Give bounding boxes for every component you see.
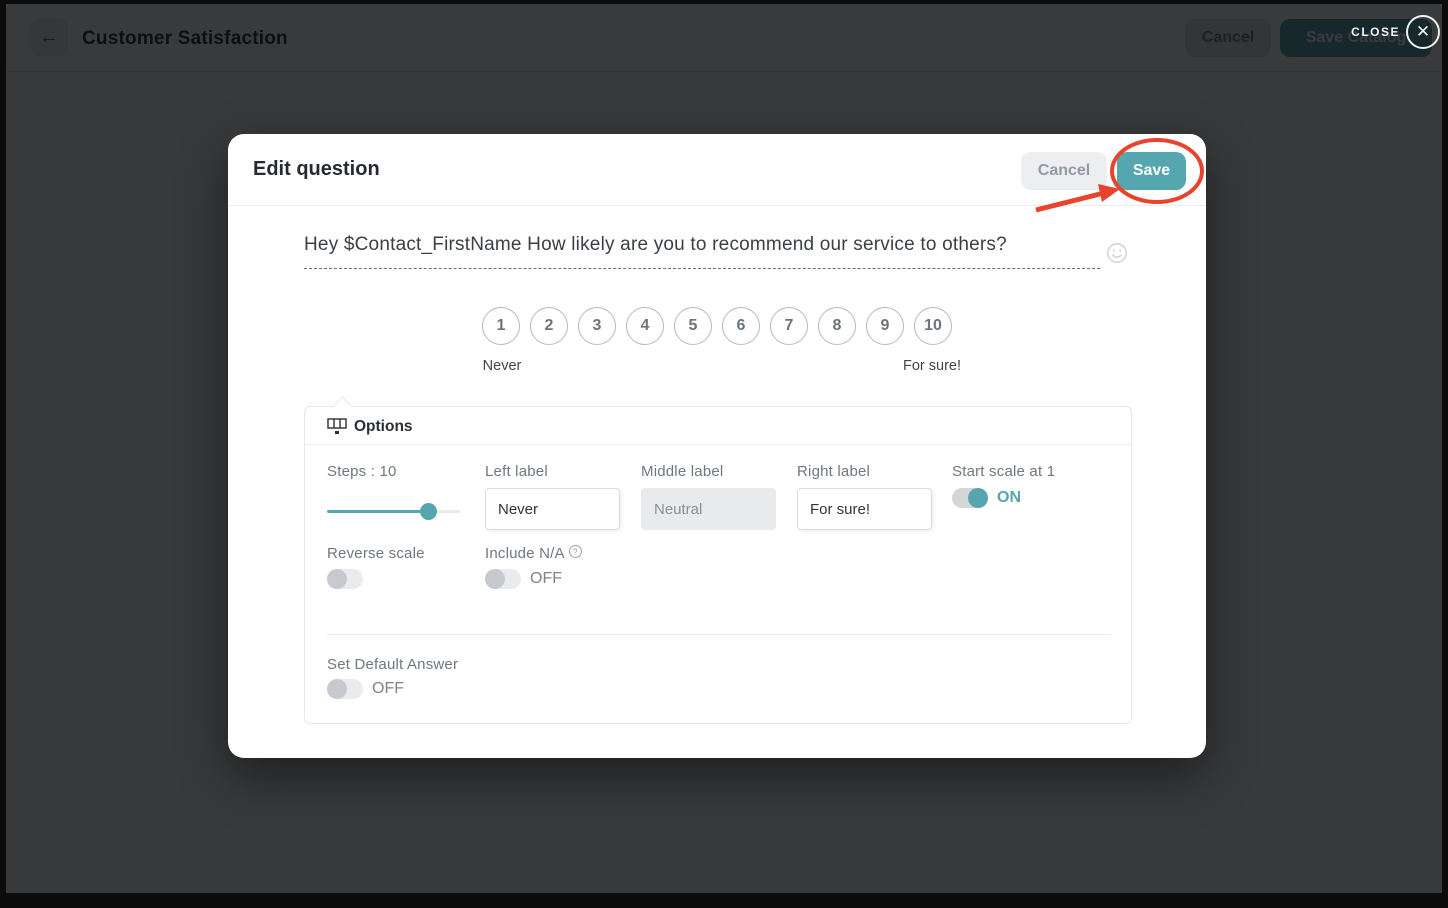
scale-option-2[interactable]: 2 bbox=[530, 307, 568, 345]
options-panel: Options Steps : 10 Left label Middle lab… bbox=[304, 406, 1132, 724]
include-na-state: OFF bbox=[530, 570, 562, 588]
scale-row: 1 2 3 4 5 6 7 8 9 10 bbox=[228, 307, 1206, 345]
question-text[interactable]: Hey $Contact_FirstName How likely are yo… bbox=[304, 234, 1100, 269]
set-default-label: Set Default Answer bbox=[327, 656, 458, 673]
set-default-state: OFF bbox=[372, 680, 404, 698]
toggle-knob bbox=[327, 569, 347, 589]
slider-fill bbox=[327, 510, 429, 513]
scale-option-7[interactable]: 7 bbox=[770, 307, 808, 345]
save-button[interactable]: Save bbox=[1117, 152, 1186, 190]
middle-label-caption: Middle label bbox=[641, 463, 723, 480]
options-header: Options bbox=[305, 407, 1131, 445]
slider-thumb[interactable] bbox=[420, 503, 437, 520]
smiley-icon[interactable] bbox=[1106, 242, 1128, 264]
scale-option-10[interactable]: 10 bbox=[914, 307, 952, 345]
help-icon[interactable]: ? bbox=[569, 545, 582, 558]
scale-anchors: Never For sure! bbox=[482, 358, 952, 378]
left-anchor-label: Never bbox=[483, 358, 522, 374]
scale-option-1[interactable]: 1 bbox=[482, 307, 520, 345]
scale-option-3[interactable]: 3 bbox=[578, 307, 616, 345]
start-scale-toggle[interactable] bbox=[952, 488, 988, 508]
scale-option-4[interactable]: 4 bbox=[626, 307, 664, 345]
modal-title: Edit question bbox=[253, 158, 380, 181]
toggle-knob bbox=[327, 679, 347, 699]
right-anchor-label: For sure! bbox=[903, 358, 961, 374]
close-label: CLOSE bbox=[1351, 25, 1400, 39]
set-default-toggle[interactable] bbox=[327, 679, 363, 699]
include-na-toggle[interactable] bbox=[485, 569, 521, 589]
right-label-input[interactable] bbox=[797, 488, 932, 530]
steps-label: Steps : 10 bbox=[327, 463, 397, 480]
options-title: Options bbox=[354, 418, 413, 436]
steps-slider[interactable] bbox=[327, 502, 460, 522]
right-label-caption: Right label bbox=[797, 463, 870, 480]
scale-option-9[interactable]: 9 bbox=[866, 307, 904, 345]
toggle-knob bbox=[485, 569, 505, 589]
middle-label-input bbox=[641, 488, 776, 530]
close-icon[interactable]: ✕ bbox=[1406, 15, 1440, 49]
include-na-label: Include N/A? bbox=[485, 545, 582, 562]
modal-header: Edit question Cancel Save bbox=[228, 134, 1206, 206]
reverse-scale-toggle[interactable] bbox=[327, 569, 363, 589]
toggle-knob bbox=[968, 488, 988, 508]
left-label-caption: Left label bbox=[485, 463, 548, 480]
question-row: Hey $Contact_FirstName How likely are yo… bbox=[304, 234, 1132, 269]
reverse-scale-label: Reverse scale bbox=[327, 545, 425, 562]
start-scale-label: Start scale at 1 bbox=[952, 463, 1055, 480]
left-label-input[interactable] bbox=[485, 488, 620, 530]
scale-option-8[interactable]: 8 bbox=[818, 307, 856, 345]
edit-question-modal: Edit question Cancel Save Hey $Contact_F… bbox=[228, 134, 1206, 758]
scale-option-6[interactable]: 6 bbox=[722, 307, 760, 345]
start-scale-state: ON bbox=[997, 489, 1021, 507]
cancel-button[interactable]: Cancel bbox=[1021, 152, 1107, 190]
lightbox-close: CLOSE ✕ bbox=[1351, 0, 1440, 64]
panel-divider bbox=[327, 634, 1110, 635]
scale-option-5[interactable]: 5 bbox=[674, 307, 712, 345]
panel-caret bbox=[331, 396, 353, 407]
options-icon bbox=[327, 418, 349, 436]
